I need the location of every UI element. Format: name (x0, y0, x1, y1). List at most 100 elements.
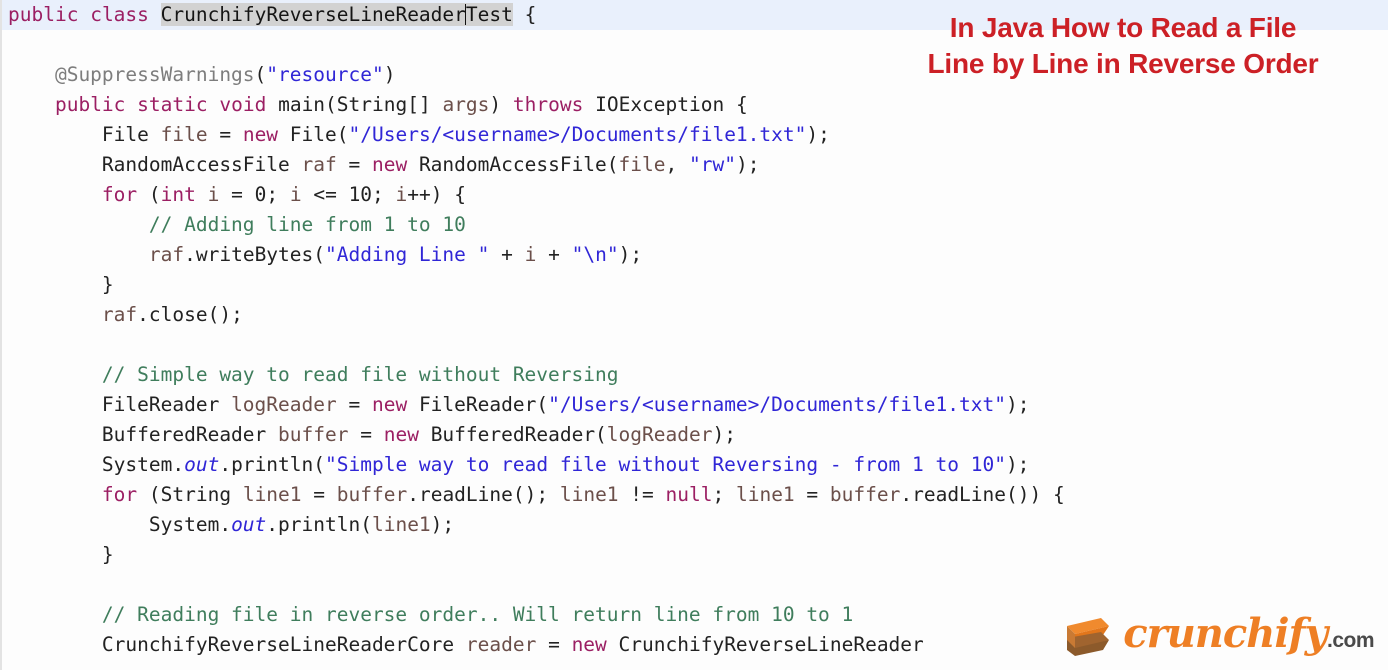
code-editor[interactable]: public class CrunchifyReverseLineReaderT… (0, 0, 1388, 670)
line-file-decl[interactable]: File file = new File("/Users/<username>/… (2, 120, 1388, 150)
token-var: raf (149, 243, 184, 266)
crunchify-logo[interactable]: crunchify.com (1043, 606, 1374, 662)
token-plain: main(String[] (266, 93, 442, 116)
line-println-line1[interactable]: System.out.println(line1); (2, 510, 1388, 540)
token-kw: new (243, 123, 278, 146)
token-str: "resource" (266, 63, 383, 86)
token-var: logReader (607, 423, 713, 446)
line-for-readline[interactable]: for (String line1 = buffer.readLine(); l… (2, 480, 1388, 510)
token-plain: RandomAccessFile( (407, 153, 618, 176)
crunchify-wordmark-text: crunchify (1123, 610, 1327, 657)
token-plain: .readLine()) { (900, 483, 1064, 506)
token-var: line1 (560, 483, 619, 506)
token-plain: = (348, 423, 383, 446)
token-plain: + (536, 243, 571, 266)
token-plain: IOException { (583, 93, 747, 116)
token-plain: ; (266, 183, 289, 206)
token-plain: BufferedReader( (419, 423, 607, 446)
line-println-header[interactable]: System.out.println("Simple way to read f… (2, 450, 1388, 480)
line-close-for[interactable]: } (2, 270, 1388, 300)
line-filereader-decl[interactable]: FileReader logReader = new FileReader("/… (2, 390, 1388, 420)
token-kw: for (102, 483, 137, 506)
token-sel: CrunchifyReverseLineReader (161, 3, 466, 26)
token-plain: ; (372, 183, 395, 206)
token-plain: CrunchifyReverseLineReaderCore (8, 633, 466, 656)
token-plain: .readLine(); (407, 483, 560, 506)
token-kw: public (55, 93, 125, 116)
token-kw: throws (513, 93, 583, 116)
token-plain (8, 483, 102, 506)
article-title-line-2: Line by Line in Reverse Order (888, 46, 1358, 82)
token-plain: File (8, 123, 161, 146)
token-var: i (525, 243, 537, 266)
token-kw: null (666, 483, 713, 506)
crunchify-wordmark: crunchify.com (1123, 614, 1374, 654)
token-field: out (231, 513, 266, 536)
token-plain: ); (1006, 393, 1029, 416)
token-plain: ; (712, 483, 735, 506)
token-kw: for (102, 183, 137, 206)
token-plain: .close(); (137, 303, 243, 326)
token-plain: ); (736, 153, 759, 176)
token-str: "/Users/<username>/Documents/file1.txt" (548, 393, 1006, 416)
token-plain: = (536, 633, 571, 656)
token-plain: FileReader (8, 393, 231, 416)
token-plain: = (219, 183, 254, 206)
token-kw: new (372, 393, 407, 416)
token-var: line1 (243, 483, 302, 506)
token-plain: ); (712, 423, 735, 446)
line-main-signature[interactable]: public static void main(String[] args) t… (2, 90, 1388, 120)
token-plain: } (8, 543, 114, 566)
token-plain: + (489, 243, 524, 266)
token-var: buffer (337, 483, 407, 506)
token-plain: != (619, 483, 666, 506)
token-plain: .println( (266, 513, 372, 536)
token-plain: .println( (219, 453, 325, 476)
token-cmt: // Adding line from 1 to 10 (8, 213, 466, 236)
token-plain: <= (302, 183, 349, 206)
token-str: "Simple way to read file without Reversi… (325, 453, 1006, 476)
screenshot-root: public class CrunchifyReverseLineReaderT… (0, 0, 1388, 670)
token-kw: void (219, 93, 266, 116)
token-kw: static (137, 93, 207, 116)
token-field: out (184, 453, 219, 476)
line-comment-simple-way[interactable]: // Simple way to read file without Rever… (2, 360, 1388, 390)
article-title-overlay: In Java How to Read a File Line by Line … (888, 10, 1358, 82)
token-plain: = (795, 483, 830, 506)
crunchify-tld: .com (1327, 629, 1374, 652)
token-var: i (290, 183, 302, 206)
token-cmt: // Reading file in reverse order.. Will … (8, 603, 853, 626)
line-blank-2[interactable] (2, 330, 1388, 360)
token-plain (208, 93, 220, 116)
token-var: raf (102, 303, 137, 326)
line-comment-adding[interactable]: // Adding line from 1 to 10 (2, 210, 1388, 240)
token-plain (196, 183, 208, 206)
token-var: file (161, 123, 208, 146)
token-var: line1 (736, 483, 795, 506)
line-bufferedreader-decl[interactable]: BufferedReader buffer = new BufferedRead… (2, 420, 1388, 450)
token-kw: class (90, 3, 149, 26)
line-writebytes[interactable]: raf.writeBytes("Adding Line " + i + "\n"… (2, 240, 1388, 270)
line-blank-3[interactable] (2, 570, 1388, 600)
article-title-line-1: In Java How to Read a File (888, 10, 1358, 46)
token-plain: ); (1006, 453, 1029, 476)
token-var: reader (466, 633, 536, 656)
token-plain (78, 3, 90, 26)
token-anno: @SuppressWarnings (8, 63, 255, 86)
token-plain: (String (137, 483, 243, 506)
line-close-for-2[interactable]: } (2, 540, 1388, 570)
line-raf-decl[interactable]: RandomAccessFile raf = new RandomAccessF… (2, 150, 1388, 180)
token-plain: ) (384, 63, 396, 86)
token-plain: ++) { (407, 183, 466, 206)
token-cmt: // Simple way to read file without Rever… (8, 363, 618, 386)
line-for-write[interactable]: for (int i = 0; i <= 10; i++) { (2, 180, 1388, 210)
token-plain: } (8, 273, 114, 296)
token-str: "/Users/<username>/Documents/file1.txt" (349, 123, 807, 146)
token-plain: CrunchifyReverseLineReader (607, 633, 924, 656)
token-plain: File( (278, 123, 348, 146)
token-plain: System. (8, 453, 184, 476)
line-raf-close[interactable]: raf.close(); (2, 300, 1388, 330)
token-var: buffer (278, 423, 348, 446)
token-plain: = (302, 483, 337, 506)
token-var: raf (302, 153, 337, 176)
